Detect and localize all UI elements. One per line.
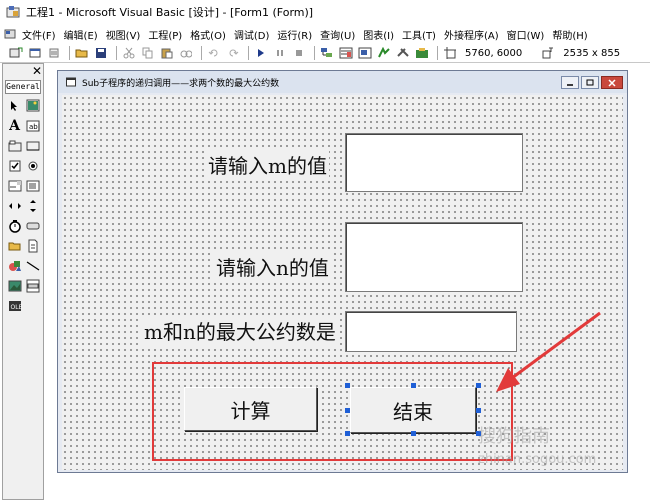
data-view-icon[interactable]: [414, 46, 430, 60]
textbox-n[interactable]: [345, 222, 523, 292]
standard-toolbar: 5760, 6000 2535 x 855: [0, 44, 650, 62]
project-explorer-icon[interactable]: [319, 46, 335, 60]
toolbar-separator: [116, 46, 117, 60]
window-titlebar: 工程1 - Microsoft Visual Basic [设计] - [For…: [0, 0, 650, 24]
commandbutton-tool-icon[interactable]: [25, 138, 40, 153]
menu-tools[interactable]: 工具(T): [398, 27, 440, 42]
svg-text:ab|: ab|: [29, 123, 40, 131]
menu-window[interactable]: 窗口(W): [503, 27, 549, 42]
object-browser-icon[interactable]: [376, 46, 392, 60]
toolbox-icon[interactable]: [395, 46, 411, 60]
label-input-m[interactable]: 请输入m的值: [206, 150, 329, 179]
menu-project[interactable]: 工程(P): [144, 27, 186, 42]
window-title: 工程1 - Microsoft Visual Basic [设计] - [For…: [26, 6, 314, 19]
add-project-icon[interactable]: [8, 46, 24, 60]
toolbar-separator: [314, 46, 315, 60]
frame-tool-icon[interactable]: [7, 138, 22, 153]
timer-tool-icon[interactable]: [7, 218, 22, 233]
shape-tool-icon[interactable]: [7, 258, 22, 273]
menu-run[interactable]: 运行(R): [273, 27, 316, 42]
properties-window-icon[interactable]: [338, 46, 354, 60]
toolbox-panel: ✕ General A ab| OLE: [2, 63, 44, 500]
menu-query[interactable]: 查询(U): [316, 27, 359, 42]
menu-file[interactable]: 文件(F): [18, 27, 60, 42]
menu-addins[interactable]: 外接程序(A): [440, 27, 503, 42]
toolbar-separator: [69, 46, 70, 60]
menu-editor-icon[interactable]: [46, 46, 62, 60]
watermark-url: zhinan.sogou.com: [478, 452, 597, 467]
textbox-tool-icon[interactable]: ab|: [25, 118, 40, 133]
cut-icon[interactable]: [121, 46, 137, 60]
copy-icon[interactable]: [140, 46, 156, 60]
form-layout-icon[interactable]: [357, 46, 373, 60]
menu-diagram[interactable]: 图表(I): [359, 27, 398, 42]
position-readout: 5760, 6000: [465, 47, 523, 59]
minimize-icon[interactable]: [561, 76, 579, 89]
toolbar-separator: [437, 46, 438, 60]
end-icon[interactable]: [291, 46, 307, 60]
hscrollbar-tool-icon[interactable]: [7, 198, 22, 213]
menu-view[interactable]: 视图(V): [102, 27, 145, 42]
form-window-buttons: [559, 76, 623, 89]
filelistbox-tool-icon[interactable]: [25, 238, 40, 253]
svg-text:OLE: OLE: [10, 304, 22, 311]
find-icon[interactable]: [178, 46, 194, 60]
toolbox-tab-general[interactable]: General: [5, 80, 41, 94]
image-tool-icon[interactable]: [7, 278, 22, 293]
close-icon[interactable]: [601, 76, 623, 89]
data-tool-icon[interactable]: [25, 278, 40, 293]
vscrollbar-tool-icon[interactable]: [25, 198, 40, 213]
textbox-m[interactable]: [345, 133, 523, 192]
textbox-gcd[interactable]: [345, 311, 517, 352]
toolbar-separator: [248, 46, 249, 60]
annotation-highlight-box: [152, 362, 513, 461]
combobox-tool-icon[interactable]: [7, 178, 22, 193]
pointer-tool-icon[interactable]: [7, 98, 22, 113]
size-readout: 2535 x 855: [563, 47, 621, 59]
optionbutton-tool-icon[interactable]: [25, 158, 40, 173]
menu-debug[interactable]: 调试(D): [230, 27, 274, 42]
open-project-icon[interactable]: [74, 46, 90, 60]
vb-app-icon: [6, 6, 20, 18]
drivelistbox-tool-icon[interactable]: [25, 218, 40, 233]
toolbox-close-icon[interactable]: ✕: [31, 65, 43, 77]
picturebox-tool-icon[interactable]: [25, 98, 40, 113]
vb-menu-icon[interactable]: [4, 28, 16, 40]
ole-tool-icon[interactable]: OLE: [7, 298, 22, 313]
maximize-icon[interactable]: [581, 76, 599, 89]
position-icon: [442, 46, 458, 60]
toolbar-divider: [0, 62, 650, 63]
watermark-text: 搜狗指南: [478, 426, 550, 447]
size-icon: [540, 46, 556, 60]
form-caption: Sub子程序的递归调用——求两个数的最大公约数: [82, 78, 280, 89]
checkbox-tool-icon[interactable]: [7, 158, 22, 173]
menu-format[interactable]: 格式(O): [186, 27, 230, 42]
break-icon[interactable]: [272, 46, 288, 60]
add-form-icon[interactable]: [27, 46, 43, 60]
start-icon[interactable]: [253, 46, 269, 60]
label-gcd-result[interactable]: m和n的最大公约数是: [142, 316, 338, 345]
dirlistbox-tool-icon[interactable]: [7, 238, 22, 253]
menu-bar: 文件(F) 编辑(E) 视图(V) 工程(P) 格式(O) 调试(D) 运行(R…: [0, 24, 650, 44]
label-tool-icon[interactable]: A: [7, 118, 22, 134]
form-titlebar: Sub子程序的递归调用——求两个数的最大公约数: [58, 71, 627, 93]
toolbar-separator: [201, 46, 202, 60]
undo-icon[interactable]: [206, 46, 222, 60]
menu-edit[interactable]: 编辑(E): [60, 27, 102, 42]
line-tool-icon[interactable]: [25, 258, 40, 273]
save-project-icon[interactable]: [93, 46, 109, 60]
paste-icon[interactable]: [159, 46, 175, 60]
label-input-n[interactable]: 请输入n的值: [214, 252, 331, 281]
redo-icon[interactable]: [225, 46, 241, 60]
listbox-tool-icon[interactable]: [25, 178, 40, 193]
form-icon: [66, 77, 76, 87]
menu-help[interactable]: 帮助(H): [548, 27, 591, 42]
